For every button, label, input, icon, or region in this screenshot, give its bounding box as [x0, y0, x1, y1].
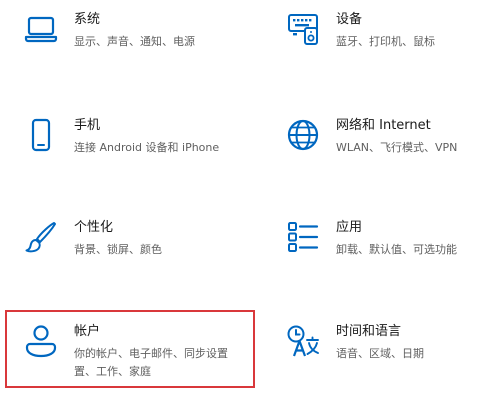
settings-tile-apps[interactable]: 应用 卸载、默认值、可选功能 [276, 220, 496, 310]
settings-tile-description: 语音、区域、日期 [336, 345, 424, 363]
settings-tile-title: 时间和语言 [336, 324, 402, 339]
settings-tile-description-line: 语音、区域、日期 [336, 347, 424, 360]
settings-tile-title: 系统 [74, 12, 101, 27]
keyboard-speaker-icon [286, 12, 320, 46]
settings-tile-personalization[interactable]: 个性化 背景、锁屏、颜色 [14, 220, 254, 310]
settings-tile-description: 卸载、默认值、可选功能 [336, 241, 457, 259]
settings-tile-description-line: 显示、声音、通知、电源 [74, 35, 195, 48]
time-language-icon [286, 324, 320, 358]
person-icon [24, 324, 58, 358]
settings-tile-description: 连接 Android 设备和 iPhone [74, 139, 219, 157]
settings-tile-description: WLAN、飞行模式、VPN [336, 139, 457, 157]
phone-icon [24, 118, 58, 152]
settings-tile-network[interactable]: 网络和 Internet WLAN、飞行模式、VPN [276, 118, 496, 208]
settings-tile-description-line: WLAN、飞行模式、VPN [336, 141, 458, 154]
paintbrush-icon [24, 220, 58, 254]
globe-icon [286, 118, 320, 152]
settings-tile-devices[interactable]: 设备 蓝牙、打印机、鼠标 [276, 12, 496, 102]
settings-tile-title: 帐户 [74, 324, 101, 339]
settings-tile-description: 显示、声音、通知、电源 [74, 33, 195, 51]
settings-tile-description: 背景、锁屏、颜色 [74, 241, 162, 259]
settings-tile-title: 个性化 [74, 220, 114, 235]
settings-tile-phone[interactable]: 手机 连接 Android 设备和 iPhone [14, 118, 254, 208]
settings-tile-description-line: 连接 Android 设备和 iPhone [74, 141, 220, 154]
settings-tile-description-line: 你的帐户、电子邮件、同步设置 [74, 347, 228, 360]
settings-tile-title: 设备 [336, 12, 363, 27]
settings-tile-description-line: 置、工作、家庭 [74, 365, 151, 378]
apps-list-icon [286, 220, 320, 254]
settings-tile-title: 手机 [74, 118, 101, 133]
settings-tile-accounts[interactable]: 帐户 你的帐户、电子邮件、同步设置 置、工作、家庭 [14, 324, 254, 414]
settings-tile-description-line: 卸载、默认值、可选功能 [336, 243, 457, 256]
settings-tile-description-line: 背景、锁屏、颜色 [74, 243, 162, 256]
settings-tile-time-language[interactable]: 时间和语言 语音、区域、日期 [276, 324, 496, 414]
settings-tile-description-line: 蓝牙、打印机、鼠标 [336, 35, 435, 48]
settings-tile-description: 你的帐户、电子邮件、同步设置 置、工作、家庭 [74, 345, 228, 381]
settings-tile-title: 应用 [336, 220, 363, 235]
laptop-icon [24, 12, 58, 46]
settings-tile-title: 网络和 Internet [336, 118, 431, 133]
settings-tile-system[interactable]: 系统 显示、声音、通知、电源 [14, 12, 254, 102]
settings-tile-description: 蓝牙、打印机、鼠标 [336, 33, 435, 51]
